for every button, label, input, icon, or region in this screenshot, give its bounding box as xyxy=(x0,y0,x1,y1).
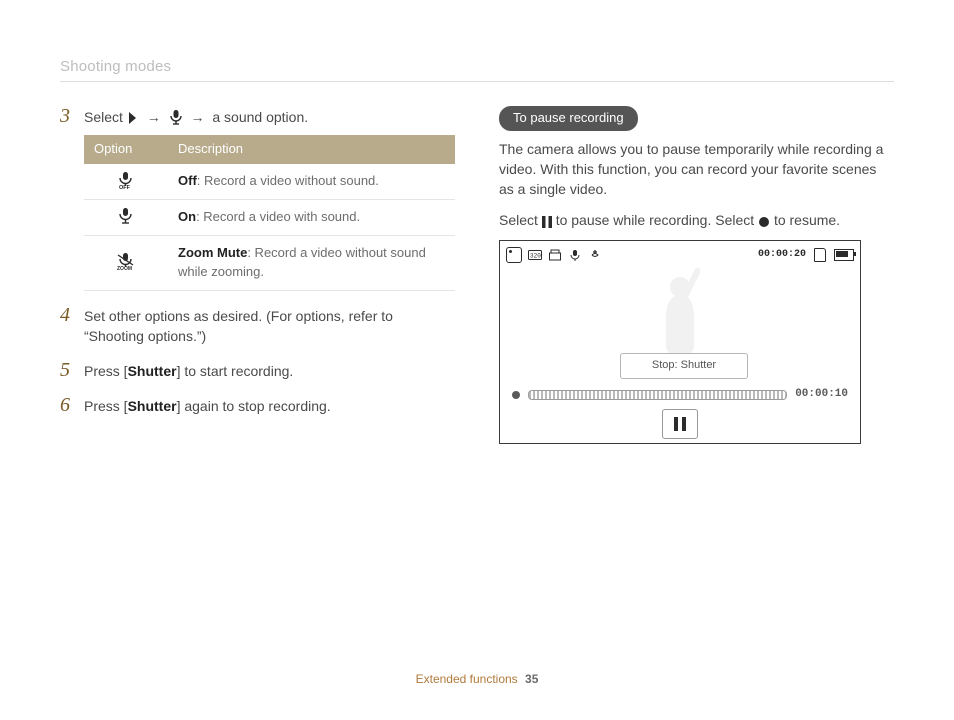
pause-button xyxy=(662,409,698,439)
step-5: 5 Press [Shutter] to start recording. xyxy=(60,360,455,381)
pause-recording-paragraph: The camera allows you to pause temporari… xyxy=(499,139,894,200)
svg-text:ZOOM: ZOOM xyxy=(117,266,132,271)
record-dot-icon xyxy=(758,216,770,228)
step5-post: ] to start recording. xyxy=(177,363,294,379)
table-header-option: Option xyxy=(84,135,168,164)
memory-card-icon xyxy=(814,248,826,262)
step4-text: Set other options as desired. (For optio… xyxy=(84,305,455,347)
pause-icon xyxy=(542,216,552,228)
step-number: 3 xyxy=(60,106,74,126)
sound-options-table: Option Description xyxy=(84,135,455,290)
record-dot-icon xyxy=(512,391,520,399)
instr-post: to resume. xyxy=(774,212,840,228)
camera-screen-illustration: 320 00:00:20 xyxy=(499,240,861,444)
instr-pre: Select xyxy=(499,212,542,228)
instr-mid: to pause while recording. Select xyxy=(556,212,758,228)
step6-post: ] again to stop recording. xyxy=(177,398,331,414)
arrow-right-icon: → xyxy=(190,109,204,125)
step-number: 4 xyxy=(60,305,74,325)
table-header-description: Description xyxy=(168,135,455,164)
section-title: Shooting modes xyxy=(60,58,894,75)
option-zoom-label: Zoom Mute xyxy=(178,245,247,260)
section-divider xyxy=(60,81,894,82)
microphone-icon xyxy=(169,109,183,125)
step-3: 3 Select → → xyxy=(60,106,455,291)
pause-recording-instruction: Select to pause while recording. Select … xyxy=(499,210,894,230)
svg-text:320: 320 xyxy=(530,253,541,260)
option-on-text: : Record a video with sound. xyxy=(196,209,360,224)
table-row: On: Record a video with sound. xyxy=(84,199,455,235)
battery-icon xyxy=(834,249,854,261)
screen-top-left-icons: 320 xyxy=(506,247,602,263)
framerate-icon xyxy=(548,249,562,261)
page-footer: Extended functions 35 xyxy=(0,672,954,686)
step6-bold: Shutter xyxy=(128,398,177,414)
step-number: 6 xyxy=(60,395,74,415)
mic-off-icon: OFF xyxy=(116,170,136,190)
arrow-right-icon: → xyxy=(147,109,161,125)
footer-section: Extended functions xyxy=(416,672,518,686)
table-row: ZOOM Zoom Mute: Record a video without s… xyxy=(84,235,455,290)
stop-shutter-caption: Stop: Shutter xyxy=(620,353,748,379)
mic-icon xyxy=(568,249,582,261)
step-4: 4 Set other options as desired. (For opt… xyxy=(60,305,455,347)
step3-post: a sound option. xyxy=(212,109,308,125)
screen-top-right: 00:00:20 xyxy=(758,248,854,263)
option-off-text: : Record a video without sound. xyxy=(197,173,379,188)
progress-bar xyxy=(528,390,787,400)
step6-pre: Press [ xyxy=(84,398,128,414)
option-on-label: On xyxy=(178,209,196,224)
record-mode-icon xyxy=(506,247,522,263)
mic-on-icon xyxy=(117,206,135,226)
svg-text:OFF: OFF xyxy=(119,185,131,190)
pause-recording-pill: To pause recording xyxy=(499,106,638,131)
step-6: 6 Press [Shutter] again to stop recordin… xyxy=(60,395,455,416)
table-row: OFF Off: Record a video without sound. xyxy=(84,164,455,199)
stabilizer-icon xyxy=(588,249,602,261)
option-off-label: Off xyxy=(178,173,197,188)
mic-zoom-icon: ZOOM xyxy=(115,251,137,271)
step3-pre: Select xyxy=(84,109,123,125)
step-number: 5 xyxy=(60,360,74,380)
chevron-right-icon xyxy=(127,111,139,125)
step5-pre: Press [ xyxy=(84,363,128,379)
elapsed-time: 00:00:10 xyxy=(795,387,848,403)
resolution-icon: 320 xyxy=(528,249,542,261)
page-number: 35 xyxy=(525,672,538,686)
recording-progress-row: 00:00:10 xyxy=(512,387,848,403)
recording-duration: 00:00:20 xyxy=(758,248,806,263)
step5-bold: Shutter xyxy=(128,363,177,379)
